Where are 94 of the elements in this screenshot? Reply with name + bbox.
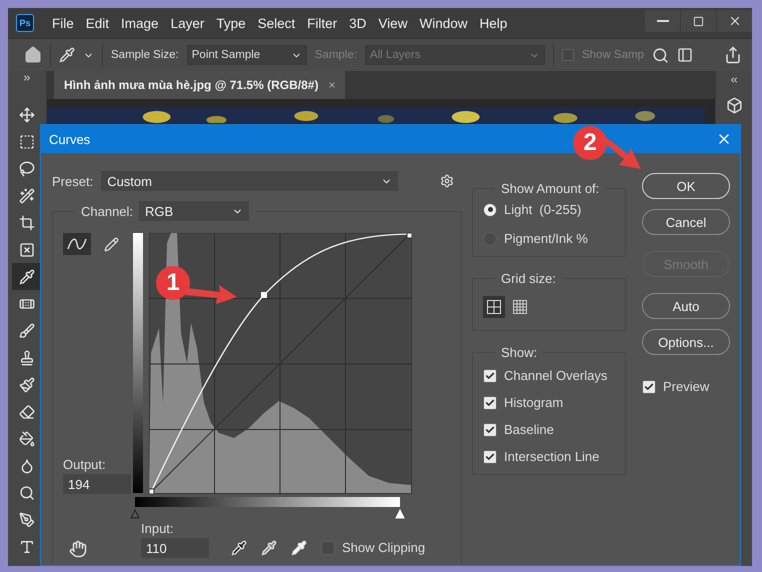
- app-logo: Ps: [16, 14, 34, 32]
- preview-checkbox[interactable]: [642, 380, 656, 394]
- menu-item[interactable]: Type: [210, 16, 252, 30]
- annotation-arrow: [186, 282, 238, 306]
- show-legend: Show:: [501, 345, 538, 360]
- checkbox[interactable]: [483, 450, 497, 464]
- sample-size-select[interactable]: Point Sample: [186, 45, 307, 65]
- dialog-button[interactable]: Options...: [642, 329, 730, 355]
- grid-size-legend: Grid size:: [501, 271, 556, 286]
- paintbrush-icon: [19, 376, 35, 392]
- droplet-icon: [19, 458, 35, 474]
- maximize-button[interactable]: [680, 10, 716, 32]
- brush-icon: [19, 322, 35, 338]
- grid-icon: [487, 300, 501, 314]
- minimize-icon: [656, 20, 668, 22]
- checkbox-label: Histogram: [504, 395, 564, 410]
- output-field[interactable]: 194: [63, 474, 131, 494]
- lasso-icon: [19, 160, 35, 176]
- home-icon[interactable]: [24, 46, 42, 64]
- collapse-icon[interactable]: [729, 75, 739, 85]
- crop-icon: [19, 214, 35, 230]
- checkmark-icon: [485, 452, 495, 462]
- menu-item[interactable]: Image: [115, 16, 165, 30]
- menu-item[interactable]: File: [46, 16, 80, 30]
- menu-item[interactable]: View: [372, 16, 414, 30]
- share-icon[interactable]: [724, 46, 742, 64]
- maximize-icon: [693, 16, 704, 26]
- preview-label: Preview: [663, 379, 710, 394]
- show-clipping-label: Show Clipping: [342, 540, 426, 555]
- checkbox-label: Baseline: [504, 422, 554, 437]
- menu-item[interactable]: Layer: [164, 16, 210, 30]
- search-icon[interactable]: [652, 46, 669, 64]
- eyedropper-icon: [19, 268, 35, 284]
- magnifier-icon: [19, 484, 35, 500]
- dialog-button[interactable]: Auto: [642, 293, 730, 319]
- checkbox[interactable]: [483, 396, 497, 410]
- marquee-icon: [19, 134, 35, 150]
- minimize-button[interactable]: [644, 10, 680, 32]
- dialog-title: Curves: [49, 132, 90, 146]
- cube-icon[interactable]: [726, 97, 742, 114]
- output-label: Output:: [63, 457, 106, 472]
- eyedropper-icon[interactable]: [231, 540, 247, 556]
- grid-icon: [513, 300, 527, 314]
- radio-label: Light (0-255): [504, 202, 582, 217]
- menu-item[interactable]: Select: [252, 16, 302, 30]
- dialog-button[interactable]: OK: [642, 173, 730, 199]
- slider-handle[interactable]: [130, 509, 140, 519]
- dialog-button[interactable]: Cancel: [642, 209, 730, 235]
- show-amount-legend: Show Amount of:: [501, 181, 600, 196]
- curve-icon: [67, 237, 87, 251]
- preset-label: Preset:: [52, 174, 94, 188]
- wand-icon: [19, 188, 35, 204]
- checkbox[interactable]: [483, 422, 497, 436]
- eyedropper-icon[interactable]: [59, 47, 75, 63]
- checkmark-icon: [485, 398, 495, 408]
- channel-label: Channel:: [81, 204, 134, 218]
- menu-item[interactable]: Edit: [80, 16, 116, 30]
- document-tab[interactable]: Hình ảnh mưa mùa hè.jpg @ 71.5% (RGB/8#) ×: [54, 71, 346, 99]
- tab-close[interactable]: ×: [328, 78, 336, 92]
- type-icon: [19, 538, 35, 554]
- paint-bucket-icon: [19, 430, 35, 446]
- close-button[interactable]: [716, 10, 752, 32]
- eraser-icon: [19, 404, 35, 420]
- hand-icon[interactable]: [69, 540, 87, 558]
- eyedropper-tool[interactable]: [12, 263, 42, 290]
- radio-button[interactable]: [483, 202, 497, 216]
- menu-item[interactable]: Window: [413, 16, 474, 30]
- menu-item[interactable]: 3D: [343, 16, 372, 30]
- move-icon: [19, 106, 35, 122]
- stamp-icon: [19, 350, 35, 366]
- input-field[interactable]: 110: [141, 538, 209, 558]
- menu-item[interactable]: Help: [473, 16, 514, 30]
- pencil-icon: [104, 236, 118, 252]
- checkmark-icon: [485, 424, 495, 434]
- eyedropper-icon[interactable]: [291, 540, 307, 556]
- menu-item[interactable]: Filter: [301, 16, 344, 30]
- workspace-icon[interactable]: [676, 47, 693, 63]
- annotation-arrow: [598, 134, 642, 170]
- curve-tool[interactable]: [63, 233, 91, 255]
- frame-icon: [19, 242, 35, 258]
- radio-label: Pigment/Ink %: [504, 231, 588, 246]
- checkbox-label: Intersection Line: [504, 449, 600, 464]
- settings-icon[interactable]: [440, 174, 454, 188]
- pen-icon: [19, 512, 35, 528]
- input-label: Input:: [141, 521, 174, 536]
- simple-grid-button[interactable]: [483, 296, 505, 318]
- expand-icon[interactable]: [22, 73, 32, 83]
- checkmark-icon: [644, 382, 654, 392]
- channel-select[interactable]: RGB: [139, 201, 250, 221]
- checkbox-label: Channel Overlays: [504, 368, 608, 383]
- checkbox[interactable]: [483, 368, 497, 382]
- sample-size-label: Sample Size:: [111, 49, 179, 61]
- checkmark-icon: [485, 370, 495, 380]
- preset-select[interactable]: Custom: [101, 171, 398, 191]
